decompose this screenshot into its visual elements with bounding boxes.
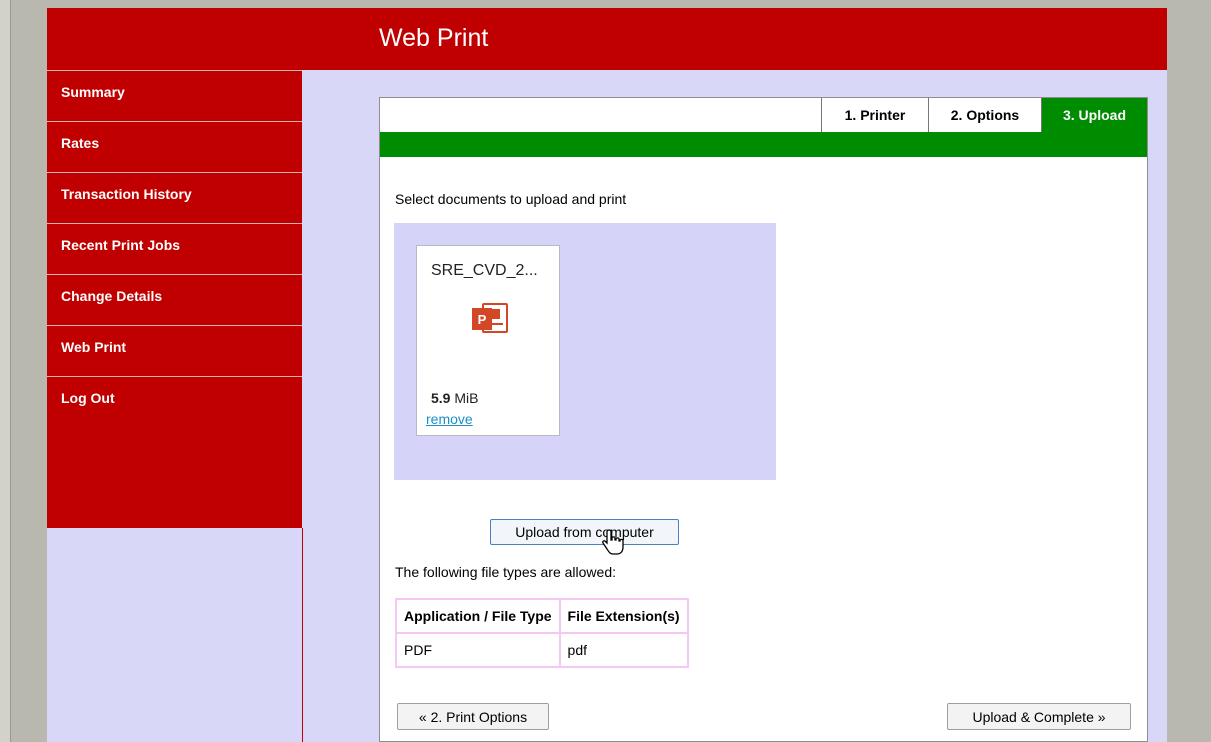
allowed-file-types-label: The following file types are allowed:: [395, 564, 617, 580]
allowed-file-types-table: Application / File Type File Extension(s…: [395, 598, 689, 668]
upload-from-computer-button[interactable]: Upload from computer: [490, 519, 679, 545]
uploaded-file-card: SRE_CVD_2... P 5.9 MiB remove: [416, 245, 560, 436]
table-cell: PDF: [395, 632, 561, 668]
tab-upload[interactable]: 3. Upload: [1041, 98, 1147, 132]
table-header: Application / File Type: [395, 598, 561, 634]
sidebar-item-rates[interactable]: Rates: [47, 121, 302, 171]
page-title: Web Print: [379, 24, 489, 52]
file-drop-zone[interactable]: SRE_CVD_2... P 5.9 MiB remove: [394, 223, 776, 480]
svg-text:P: P: [478, 312, 487, 327]
tab-options[interactable]: 2. Options: [928, 98, 1041, 132]
sidebar-item-recent-print-jobs[interactable]: Recent Print Jobs: [47, 223, 302, 273]
upload-instructions: Select documents to upload and print: [395, 191, 627, 207]
web-print-app: Web Print Summary Rates Transaction Hist…: [47, 8, 1167, 742]
page-header: Web Print: [47, 8, 1167, 70]
table-header: File Extension(s): [558, 598, 689, 634]
mouse-pointer-icon: [601, 528, 627, 561]
back-to-print-options-button[interactable]: « 2. Print Options: [397, 703, 549, 730]
sidebar-item-summary[interactable]: Summary: [47, 70, 302, 120]
tab-printer[interactable]: 1. Printer: [821, 98, 928, 132]
web-print-wizard-panel: 1. Printer 2. Options 3. Upload Select d…: [379, 97, 1148, 742]
file-size: 5.9 MiB: [431, 390, 479, 406]
sidebar-item-log-out[interactable]: Log Out: [47, 376, 302, 426]
remove-file-link[interactable]: remove: [426, 411, 473, 427]
window-left-edge: [0, 0, 11, 742]
table-cell: pdf: [558, 632, 689, 668]
table-row: PDF pdf: [395, 632, 689, 668]
sidebar-item-change-details[interactable]: Change Details: [47, 274, 302, 324]
sidebar-item-web-print[interactable]: Web Print: [47, 325, 302, 375]
step-progress-bar: [380, 132, 1147, 157]
powerpoint-icon: P: [470, 303, 510, 340]
sidebar: Summary Rates Transaction History Recent…: [47, 70, 302, 528]
wizard-steps: 1. Printer 2. Options 3. Upload: [380, 98, 1147, 133]
sidebar-filler: [47, 528, 303, 742]
table-header-row: Application / File Type File Extension(s…: [395, 598, 689, 634]
file-name: SRE_CVD_2...: [431, 262, 538, 279]
sidebar-item-transaction-history[interactable]: Transaction History: [47, 172, 302, 222]
upload-and-complete-button[interactable]: Upload & Complete »: [947, 703, 1131, 730]
